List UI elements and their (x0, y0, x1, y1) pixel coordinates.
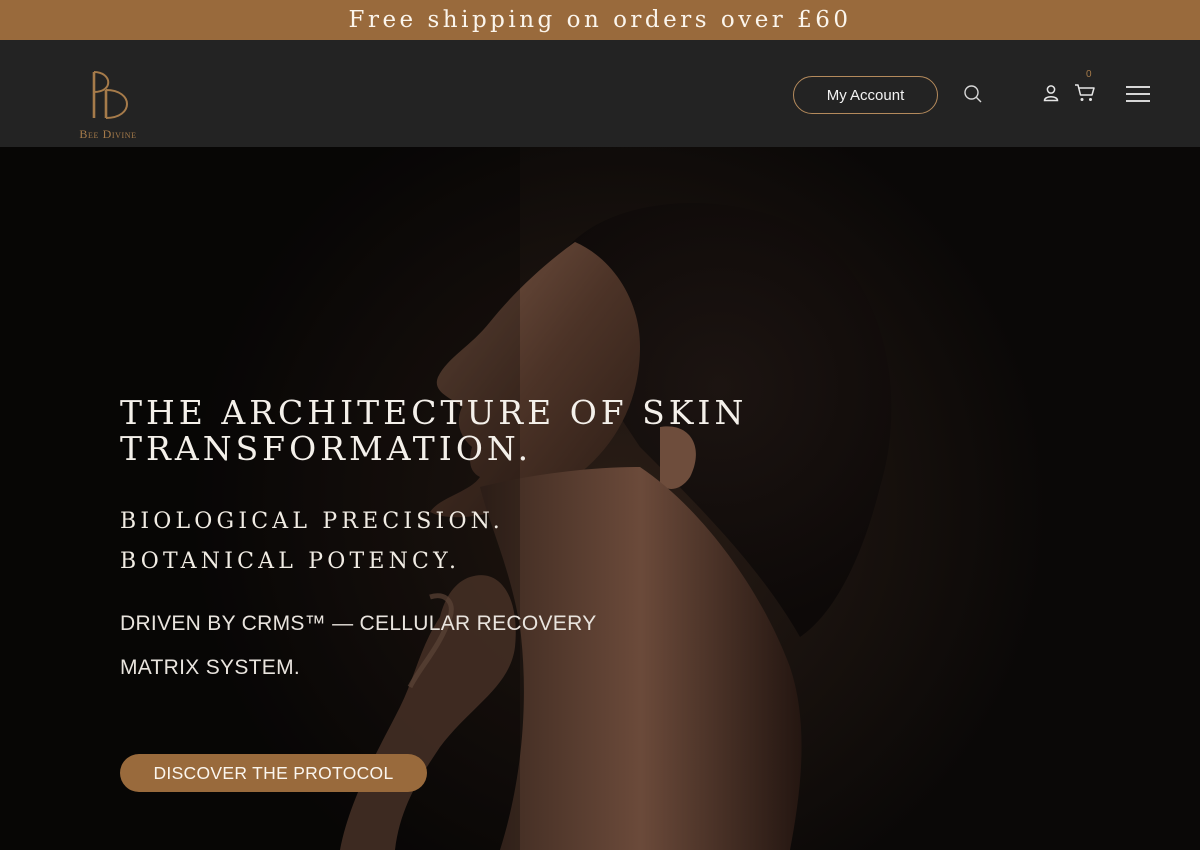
hero-subtitle-line2: BOTANICAL POTENCY. (120, 549, 461, 574)
hero-title: THE ARCHITECTURE OF SKIN TRANSFORMATION. (120, 393, 748, 468)
announcement-text: Free shipping on orders over £60 (348, 7, 852, 33)
menu-icon[interactable] (1125, 85, 1151, 103)
site-header: Bee Divine My Account 0 (0, 40, 1200, 147)
user-icon[interactable] (1042, 84, 1060, 102)
hero-body-line1: DRIVEN BY CRMS™ — CELLULAR RECOVERY (120, 612, 597, 635)
cart-count-badge: 0 (1086, 69, 1092, 80)
announcement-bar: Free shipping on orders over £60 (0, 0, 1200, 40)
hero-section: THE ARCHITECTURE OF SKIN TRANSFORMATION.… (0, 147, 1200, 850)
search-icon[interactable] (963, 84, 983, 104)
hero-portrait-image (0, 147, 1200, 850)
hero-body-line2: MATRIX SYSTEM. (120, 656, 300, 679)
hero-subtitle-line1: BIOLOGICAL PRECISION. (120, 509, 504, 534)
cart-icon[interactable] (1074, 83, 1096, 103)
brand-monogram-icon (92, 71, 128, 119)
brand-name: Bee Divine (79, 127, 137, 141)
discover-protocol-button[interactable]: DISCOVER THE PROTOCOL (120, 754, 427, 792)
brand-logo[interactable]: Bee Divine (70, 70, 146, 144)
my-account-button[interactable]: My Account (793, 76, 938, 114)
